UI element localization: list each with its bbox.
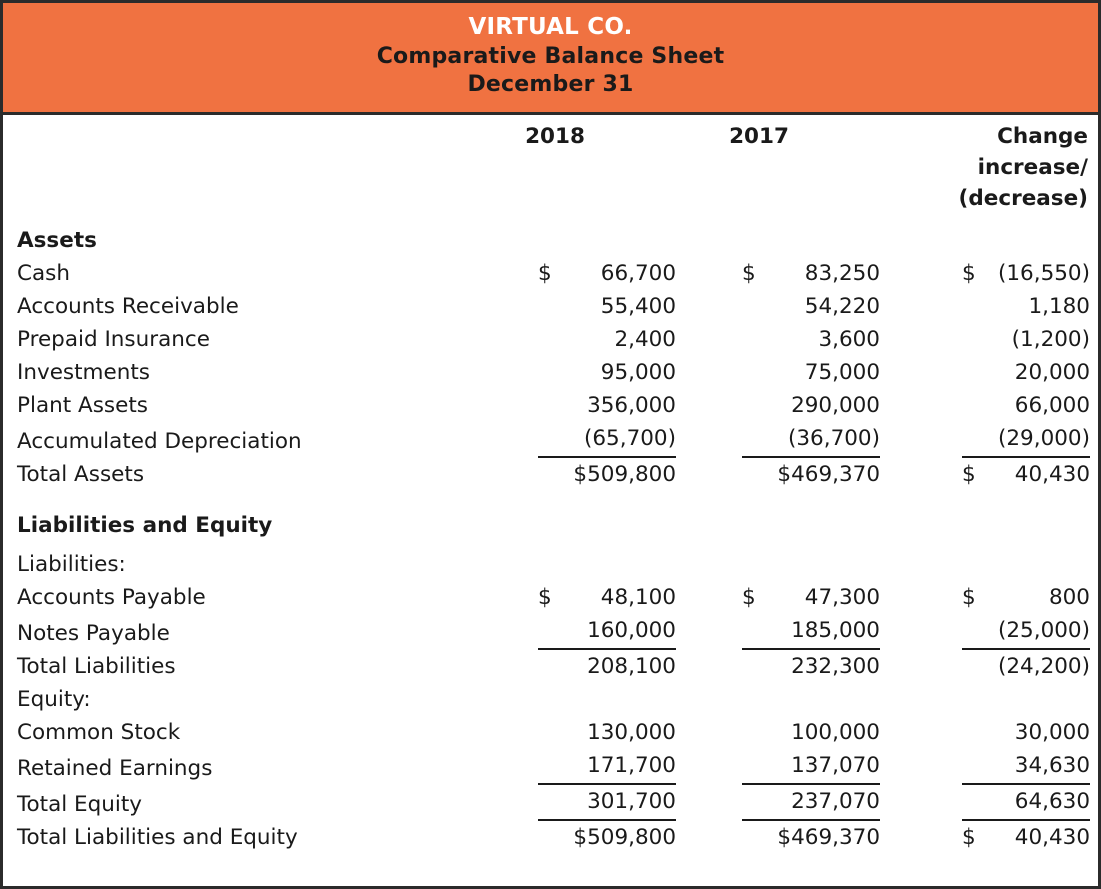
table-row: Total Equity 301,700 237,070 64,630 xyxy=(17,785,1090,821)
accumulated-depreciation-2017: (36,700) xyxy=(676,422,880,458)
change-header-line3: (decrease) xyxy=(880,183,1088,214)
row-label-accumulated-depreciation: Accumulated Depreciation xyxy=(17,422,472,458)
total-liabilities-and-equity-change: $40,430 xyxy=(880,821,1090,854)
table-row: Cash $66,700 $83,250 $(16,550) xyxy=(17,257,1090,290)
retained-earnings-2017: 137,070 xyxy=(676,749,880,785)
table-row: Prepaid Insurance 2,400 3,600 (1,200) xyxy=(17,323,1090,356)
accounts-payable-change: $800 xyxy=(880,581,1090,614)
section-heading-assets-row: Assets xyxy=(17,214,1090,257)
column-header-2017: 2017 xyxy=(676,121,880,214)
retained-earnings-2018: 171,700 xyxy=(472,749,676,785)
table-row: Accounts Receivable 55,400 54,220 1,180 xyxy=(17,290,1090,323)
accounts-receivable-2018: 55,400 xyxy=(472,290,676,323)
section-heading-liabilities-and-equity: Liabilities and Equity xyxy=(17,491,472,548)
company-name: VIRTUAL CO. xyxy=(3,13,1098,43)
total-liabilities-change: (24,200) xyxy=(880,650,1090,683)
total-liabilities-and-equity-2017: $469,370 xyxy=(676,821,880,854)
plant-assets-2018: 356,000 xyxy=(472,389,676,422)
row-label-common-stock: Common Stock xyxy=(17,716,472,749)
common-stock-change: 30,000 xyxy=(880,716,1090,749)
column-header-label xyxy=(17,121,472,214)
subheading-row: Liabilities: xyxy=(17,548,1090,581)
total-assets-change: $40,430 xyxy=(880,458,1090,491)
accumulated-depreciation-change: (29,000) xyxy=(880,422,1090,458)
cash-2017: $83,250 xyxy=(676,257,880,290)
table-row: Investments 95,000 75,000 20,000 xyxy=(17,356,1090,389)
cash-change: $(16,550) xyxy=(880,257,1090,290)
total-liabilities-2018: 208,100 xyxy=(472,650,676,683)
table-row: Retained Earnings 171,700 137,070 34,630 xyxy=(17,749,1090,785)
accumulated-depreciation-2018: (65,700) xyxy=(472,422,676,458)
table-row: Total Liabilities and Equity $509,800 $4… xyxy=(17,821,1090,854)
investments-2017: 75,000 xyxy=(676,356,880,389)
total-liabilities-and-equity-2018: $509,800 xyxy=(472,821,676,854)
column-header-change: Change increase/ (decrease) xyxy=(880,121,1090,214)
accounts-receivable-2017: 54,220 xyxy=(676,290,880,323)
retained-earnings-change: 34,630 xyxy=(880,749,1090,785)
table-row: Notes Payable 160,000 185,000 (25,000) xyxy=(17,614,1090,650)
statement-title: Comparative Balance Sheet xyxy=(3,43,1098,72)
total-liabilities-2017: 232,300 xyxy=(676,650,880,683)
subheading-liabilities: Liabilities: xyxy=(17,548,472,581)
accounts-payable-2017: $47,300 xyxy=(676,581,880,614)
table-row: Total Liabilities 208,100 232,300 (24,20… xyxy=(17,650,1090,683)
balance-sheet-document: VIRTUAL CO. Comparative Balance Sheet De… xyxy=(0,0,1101,889)
row-label-total-liabilities-and-equity: Total Liabilities and Equity xyxy=(17,821,472,854)
row-label-notes-payable: Notes Payable xyxy=(17,614,472,650)
prepaid-insurance-change: (1,200) xyxy=(880,323,1090,356)
document-header-banner: VIRTUAL CO. Comparative Balance Sheet De… xyxy=(3,3,1098,115)
table-row: Plant Assets 356,000 290,000 66,000 xyxy=(17,389,1090,422)
table-column-headers: 2018 2017 Change increase/ (decrease) xyxy=(17,121,1090,214)
row-label-cash: Cash xyxy=(17,257,472,290)
common-stock-2018: 130,000 xyxy=(472,716,676,749)
statement-period: December 31 xyxy=(3,71,1098,100)
total-assets-2017: $469,370 xyxy=(676,458,880,491)
total-equity-change: 64,630 xyxy=(880,785,1090,821)
table-row: Total Assets $509,800 $469,370 $40,430 xyxy=(17,458,1090,491)
row-label-total-equity: Total Equity xyxy=(17,785,472,821)
total-assets-2018: $509,800 xyxy=(472,458,676,491)
common-stock-2017: 100,000 xyxy=(676,716,880,749)
table-row: Accounts Payable $48,100 $47,300 $800 xyxy=(17,581,1090,614)
balance-sheet-body: 2018 2017 Change increase/ (decrease) As… xyxy=(3,115,1098,886)
subheading-row: Equity: xyxy=(17,683,1090,716)
notes-payable-change: (25,000) xyxy=(880,614,1090,650)
table-row: Common Stock 130,000 100,000 30,000 xyxy=(17,716,1090,749)
row-label-accounts-payable: Accounts Payable xyxy=(17,581,472,614)
section-heading-liabilities-equity-row: Liabilities and Equity xyxy=(17,491,1090,548)
total-equity-2017: 237,070 xyxy=(676,785,880,821)
accounts-receivable-change: 1,180 xyxy=(880,290,1090,323)
prepaid-insurance-2018: 2,400 xyxy=(472,323,676,356)
investments-2018: 95,000 xyxy=(472,356,676,389)
total-equity-2018: 301,700 xyxy=(472,785,676,821)
prepaid-insurance-2017: 3,600 xyxy=(676,323,880,356)
change-header-line1: Change xyxy=(880,121,1088,152)
table-row: Accumulated Depreciation (65,700) (36,70… xyxy=(17,422,1090,458)
accounts-payable-2018: $48,100 xyxy=(472,581,676,614)
row-label-retained-earnings: Retained Earnings xyxy=(17,749,472,785)
notes-payable-2018: 160,000 xyxy=(472,614,676,650)
investments-change: 20,000 xyxy=(880,356,1090,389)
row-label-prepaid-insurance: Prepaid Insurance xyxy=(17,323,472,356)
row-label-accounts-receivable: Accounts Receivable xyxy=(17,290,472,323)
cash-2018: $66,700 xyxy=(472,257,676,290)
row-label-total-assets: Total Assets xyxy=(17,458,472,491)
change-header-line2: increase/ xyxy=(880,152,1088,183)
plant-assets-change: 66,000 xyxy=(880,389,1090,422)
row-label-investments: Investments xyxy=(17,356,472,389)
subheading-equity: Equity: xyxy=(17,683,472,716)
column-header-2018: 2018 xyxy=(472,121,676,214)
balance-sheet-table: 2018 2017 Change increase/ (decrease) As… xyxy=(17,121,1090,854)
notes-payable-2017: 185,000 xyxy=(676,614,880,650)
plant-assets-2017: 290,000 xyxy=(676,389,880,422)
row-label-total-liabilities: Total Liabilities xyxy=(17,650,472,683)
section-heading-assets: Assets xyxy=(17,214,472,257)
row-label-plant-assets: Plant Assets xyxy=(17,389,472,422)
